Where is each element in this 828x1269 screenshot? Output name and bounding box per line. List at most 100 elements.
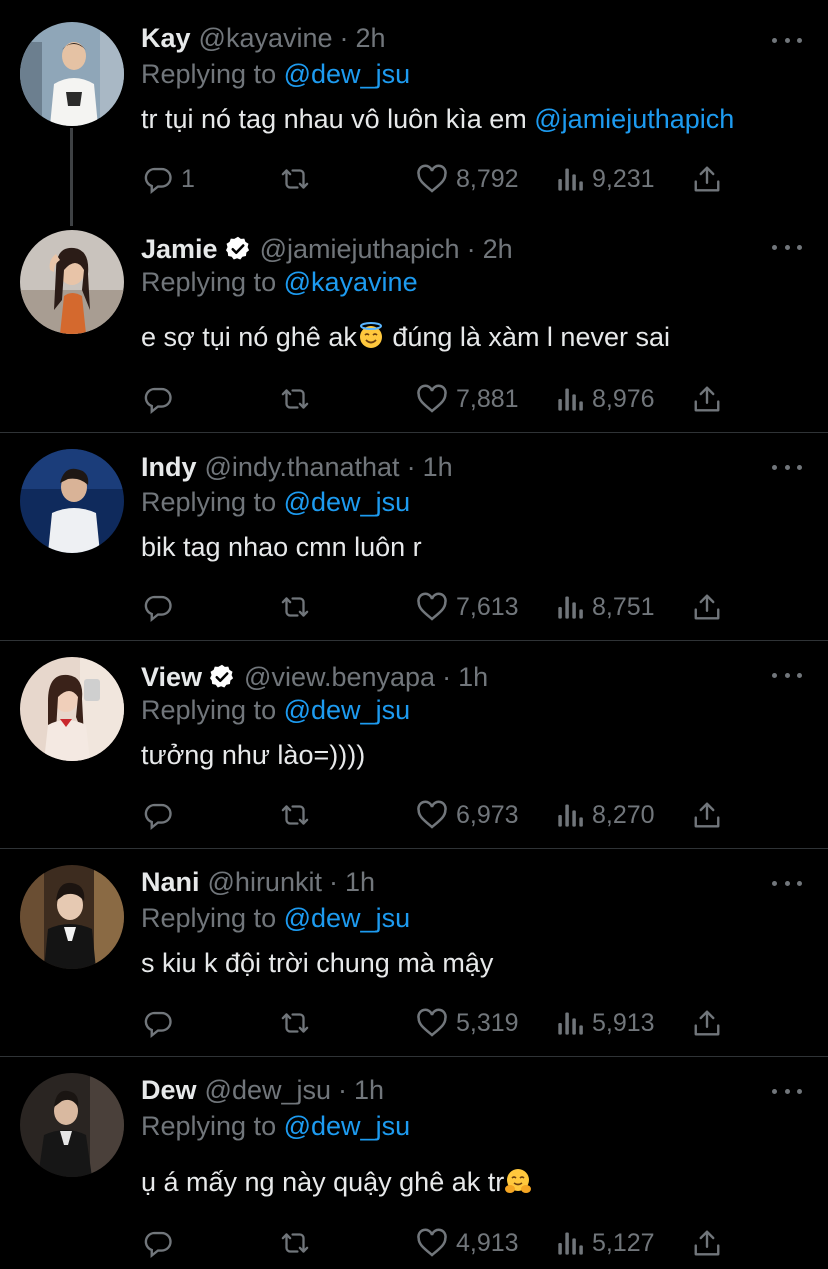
tweet-nani[interactable]: Nani @hirunkit · 1h Replying to @dew_jsu… (0, 849, 828, 1056)
retweet-button[interactable] (278, 1005, 320, 1041)
user-handle[interactable]: @jamiejuthapich (260, 232, 460, 266)
more-icon[interactable] (772, 35, 802, 45)
retweet-button[interactable] (278, 161, 320, 197)
tweet-jamie[interactable]: Jamie @jamiejuthapich · 2h Replying to @… (0, 214, 828, 432)
retweet-button[interactable] (278, 797, 320, 833)
replying-to: Replying to @dew_jsu (141, 57, 410, 91)
share-button[interactable] (692, 161, 722, 197)
replying-to: Replying to @kayavine (141, 265, 418, 299)
user-handle[interactable]: @kayavine (199, 21, 333, 55)
views-button[interactable]: 9,231 (556, 161, 655, 197)
verified-badge-icon (224, 235, 252, 263)
views-button[interactable]: 8,976 (556, 381, 655, 417)
more-icon[interactable] (772, 242, 802, 252)
replying-to-mention[interactable]: @dew_jsu (284, 487, 410, 517)
avatar-view[interactable] (20, 657, 124, 761)
share-button[interactable] (692, 381, 722, 417)
timestamp[interactable]: 2h (483, 232, 513, 266)
verified-badge-icon (208, 663, 236, 691)
retweet-icon (281, 169, 309, 189)
separator-dot: · (338, 1075, 348, 1105)
views-icon (558, 168, 583, 191)
views-icon (558, 596, 583, 619)
display-name[interactable]: Nani (141, 865, 200, 899)
like-button[interactable]: 8,792 (416, 161, 519, 197)
replying-to-mention[interactable]: @dew_jsu (284, 59, 410, 89)
user-handle[interactable]: @hirunkit (208, 865, 322, 899)
like-button[interactable]: 7,613 (416, 589, 519, 625)
avatar-kay[interactable] (20, 22, 124, 126)
reply-icon (144, 1011, 172, 1038)
replying-to-mention[interactable]: @kayavine (284, 267, 418, 297)
tweet-header: View @view.benyapa · 1h (141, 660, 488, 694)
heart-icon (417, 1008, 447, 1037)
tweet-text-content: tr tụi nó tag nhau vô luôn kìa em (141, 104, 527, 134)
more-icon[interactable] (772, 670, 802, 680)
views-count: 5,127 (592, 1228, 655, 1257)
tweet-text-mention[interactable]: @jamiejuthapich (534, 104, 734, 134)
replying-to: Replying to @dew_jsu (141, 693, 410, 727)
display-name[interactable]: Kay (141, 21, 191, 55)
display-name[interactable]: Indy (141, 450, 197, 484)
replying-to-label: Replying to (141, 267, 277, 297)
like-button[interactable]: 6,973 (416, 797, 519, 833)
tweet-indy[interactable]: Indy @indy.thanathat · 1h Replying to @d… (0, 433, 828, 640)
replying-to-mention[interactable]: @dew_jsu (284, 695, 410, 725)
timestamp[interactable]: 1h (354, 1073, 384, 1107)
retweet-button[interactable] (278, 1225, 320, 1261)
share-button[interactable] (692, 589, 722, 625)
action-bar: 4,913 5,127 (0, 1225, 828, 1261)
avatar-nani[interactable] (20, 865, 124, 969)
user-handle[interactable]: @dew_jsu (205, 1073, 331, 1107)
more-icon[interactable] (772, 878, 802, 888)
replying-to-mention[interactable]: @dew_jsu (284, 1111, 410, 1141)
reply-button[interactable] (143, 797, 181, 833)
replying-to-label: Replying to (141, 695, 277, 725)
timestamp[interactable]: 2h (356, 21, 386, 55)
share-icon (694, 166, 720, 192)
views-count: 9,231 (592, 164, 655, 193)
display-name[interactable]: Jamie (141, 232, 218, 266)
reply-button[interactable]: 1 (143, 161, 195, 197)
more-icon[interactable] (772, 1086, 802, 1096)
share-button[interactable] (692, 797, 722, 833)
avatar-indy[interactable] (20, 449, 124, 553)
user-handle[interactable]: @view.benyapa (244, 660, 435, 694)
tweet-text: bik tag nhao cmn luôn r (141, 529, 422, 565)
timestamp[interactable]: 1h (345, 865, 375, 899)
tweet-text-content: bik tag nhao cmn luôn r (141, 532, 422, 562)
more-icon[interactable] (772, 462, 802, 472)
timestamp[interactable]: 1h (423, 450, 453, 484)
reply-button[interactable] (143, 1225, 181, 1261)
heart-icon (417, 592, 447, 621)
views-button[interactable]: 5,127 (556, 1225, 655, 1261)
share-button[interactable] (692, 1225, 722, 1261)
replying-to-mention[interactable]: @dew_jsu (284, 903, 410, 933)
share-button[interactable] (692, 1005, 722, 1041)
reply-button[interactable] (143, 589, 181, 625)
like-button[interactable]: 7,881 (416, 381, 519, 417)
reply-button[interactable] (143, 381, 181, 417)
views-button[interactable]: 5,913 (556, 1005, 655, 1041)
views-button[interactable]: 8,751 (556, 589, 655, 625)
tweet-view[interactable]: View @view.benyapa · 1h Replying to @dew… (0, 641, 828, 848)
display-name[interactable]: Dew (141, 1073, 197, 1107)
retweet-button[interactable] (278, 381, 320, 417)
avatar-jamie[interactable] (20, 230, 124, 334)
views-button[interactable]: 8,270 (556, 797, 655, 833)
avatar-dew[interactable] (20, 1073, 124, 1177)
like-button[interactable]: 4,913 (416, 1225, 519, 1261)
retweet-button[interactable] (278, 589, 320, 625)
display-name[interactable]: View (141, 660, 202, 694)
user-handle[interactable]: @indy.thanathat (205, 450, 400, 484)
timestamp[interactable]: 1h (458, 660, 488, 694)
reply-icon (144, 167, 172, 194)
reply-button[interactable] (143, 1005, 181, 1041)
tweet-kay[interactable]: Kay @kayavine · 2h Replying to @dew_jsu … (0, 0, 828, 214)
views-count: 8,976 (592, 384, 655, 413)
like-button[interactable]: 5,319 (416, 1005, 519, 1041)
tweet-dew[interactable]: Dew @dew_jsu · 1h Replying to @dew_jsu ụ… (0, 1057, 828, 1269)
heart-icon (417, 164, 447, 193)
tweet-text: s kiu k đội trời chung mà mậy (141, 945, 493, 981)
tweet-text: tưởng như lào=)))) (141, 737, 365, 773)
